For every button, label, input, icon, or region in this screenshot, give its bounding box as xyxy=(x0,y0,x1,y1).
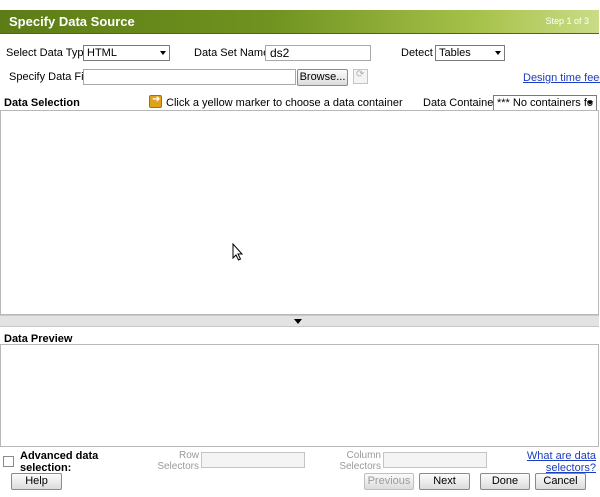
done-button[interactable]: Done xyxy=(480,473,530,490)
data-type-select[interactable]: HTML xyxy=(83,45,170,61)
mouse-cursor-icon xyxy=(232,243,244,261)
yellow-marker-icon: ➜ xyxy=(149,94,162,108)
chevron-down-icon xyxy=(587,101,593,105)
data-selection-panel[interactable] xyxy=(0,110,599,315)
refresh-button[interactable]: ⟳ xyxy=(353,69,368,84)
advanced-selection-checkbox[interactable] xyxy=(3,456,14,467)
design-time-feed-link[interactable]: Design time feed xyxy=(523,72,600,84)
next-button[interactable]: Next xyxy=(419,473,470,490)
dataset-name-label: Data Set Name xyxy=(194,47,270,59)
data-file-label: Specify Data File xyxy=(9,71,93,83)
chevron-down-icon xyxy=(160,51,166,55)
column-selectors-label: Column Selectors xyxy=(339,450,381,472)
dialog-title-bar: Specify Data Source Step 1 of 3 xyxy=(0,10,599,34)
data-type-value: HTML xyxy=(87,47,117,59)
data-containers-value: *** No containers fo xyxy=(497,97,593,109)
detect-label: Detect xyxy=(401,47,433,59)
dataset-name-input[interactable]: ds2 xyxy=(265,45,371,61)
detect-value: Tables xyxy=(439,47,471,59)
refresh-icon: ⟳ xyxy=(356,69,365,80)
triangle-down-icon[interactable] xyxy=(294,319,302,324)
data-containers-select[interactable]: *** No containers fo xyxy=(493,95,597,111)
panel-splitter[interactable] xyxy=(0,315,599,327)
dataset-name-value: ds2 xyxy=(270,46,290,60)
dialog-title: Specify Data Source xyxy=(9,14,135,29)
data-file-input[interactable] xyxy=(83,69,296,85)
data-selectors-help-link[interactable]: What are data selectors? xyxy=(520,450,596,474)
chevron-down-icon xyxy=(495,51,501,55)
data-containers-label: Data Containers xyxy=(423,97,503,109)
row-selectors-input[interactable] xyxy=(201,452,305,468)
step-indicator: Step 1 of 3 xyxy=(545,16,589,26)
column-selectors-input[interactable] xyxy=(383,452,487,468)
data-selection-hint: Click a yellow marker to choose a data c… xyxy=(166,97,403,109)
data-selection-heading: Data Selection xyxy=(4,97,80,109)
cancel-button[interactable]: Cancel xyxy=(535,473,586,490)
browse-button[interactable]: Browse... xyxy=(297,69,348,86)
data-preview-panel xyxy=(0,344,599,447)
data-type-label: Select Data Type xyxy=(6,47,90,59)
advanced-selection-label: Advanced data selection: xyxy=(20,450,99,474)
help-button[interactable]: Help xyxy=(11,473,62,490)
detect-select[interactable]: Tables xyxy=(435,45,505,61)
previous-button[interactable]: Previous xyxy=(364,473,414,490)
row-selectors-label: Row Selectors xyxy=(157,450,199,472)
